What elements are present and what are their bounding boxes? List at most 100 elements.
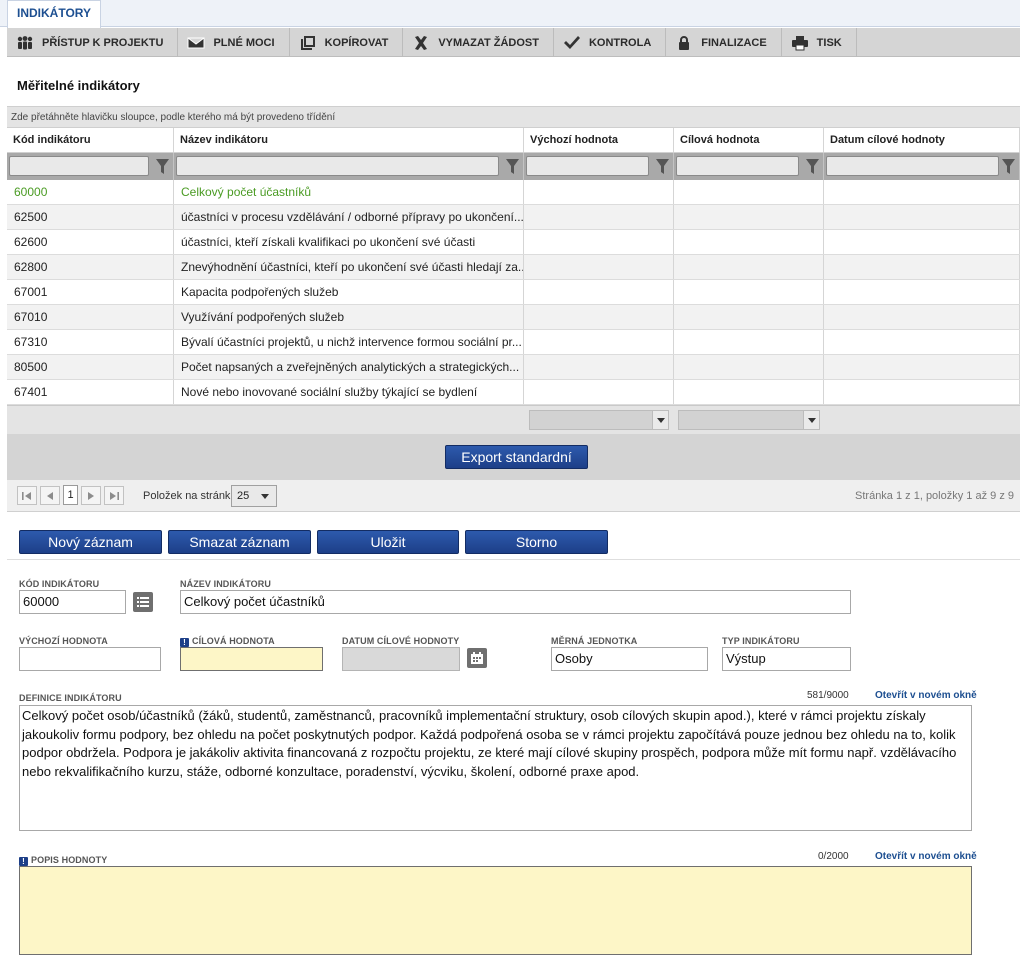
column-header-cilova[interactable]: Cílová hodnota bbox=[674, 128, 824, 152]
filter-input-vychozi[interactable] bbox=[526, 156, 649, 176]
cell-cilova bbox=[674, 280, 824, 304]
ulozit-button[interactable]: Uložit bbox=[317, 530, 459, 554]
toolbar-label: PŘÍSTUP K PROJEKTU bbox=[42, 36, 164, 49]
datum-cilove-hodnoty-field[interactable] bbox=[342, 647, 460, 671]
first-page-icon bbox=[22, 492, 31, 500]
tab-indikatory[interactable]: INDIKÁTORY bbox=[7, 0, 102, 28]
prev-page-button[interactable] bbox=[40, 486, 60, 505]
cilova-hodnota-field[interactable] bbox=[180, 647, 323, 671]
column-header-datum[interactable]: Datum cílové hodnoty bbox=[824, 128, 1020, 152]
finalizace-button[interactable]: FINALIZACE bbox=[666, 28, 782, 57]
cell-cilova bbox=[674, 205, 824, 229]
column-header-vychozi[interactable]: Výchozí hodnota bbox=[524, 128, 674, 152]
popis-open-new-window-link[interactable]: Otevřít v novém okně bbox=[875, 851, 977, 862]
summary-row bbox=[7, 405, 1020, 434]
vymazat-zadost-button[interactable]: VYMAZAT ŽÁDOST bbox=[403, 28, 554, 57]
merna-jednotka-field[interactable]: Osoby bbox=[551, 647, 708, 671]
pristup-k-projektu-button[interactable]: PŘÍSTUP K PROJEKTU bbox=[7, 28, 179, 57]
page-size-label: Položek na stránku bbox=[143, 490, 237, 502]
toolbar-label: FINALIZACE bbox=[701, 36, 767, 49]
kod-indikatoru-field[interactable]: 60000 bbox=[19, 590, 126, 614]
export-standardni-button[interactable]: Export standardní bbox=[445, 445, 588, 469]
cell-datum bbox=[824, 280, 1020, 304]
last-page-button[interactable] bbox=[104, 486, 124, 505]
indicators-grid: Zde přetáhněte hlavičku sloupce, podle k… bbox=[7, 106, 1020, 512]
filter-icon[interactable] bbox=[506, 159, 519, 174]
filter-icon[interactable] bbox=[1002, 159, 1015, 174]
kopirovat-button[interactable]: KOPÍROVAT bbox=[290, 28, 404, 57]
list-picker-button[interactable] bbox=[133, 592, 153, 612]
pager-info: Stránka 1 z 1, položky 1 až 9 z 9 bbox=[855, 490, 1014, 502]
table-row[interactable]: 67310 Bývalí účastníci projektů, u nichž… bbox=[7, 330, 1020, 355]
novy-zaznam-button[interactable]: Nový záznam bbox=[19, 530, 162, 554]
nazev-indikatoru-field[interactable]: Celkový počet účastníků bbox=[180, 590, 851, 614]
table-row[interactable]: 67010 Využívání podpořených služeb bbox=[7, 305, 1020, 330]
cell-datum bbox=[824, 205, 1020, 229]
summary-select-vychozi[interactable] bbox=[529, 410, 669, 430]
first-page-button[interactable] bbox=[17, 486, 37, 505]
next-page-button[interactable] bbox=[81, 486, 101, 505]
cell-vychozi bbox=[524, 180, 674, 204]
typ-indikatoru-label: TYP INDIKÁTORU bbox=[722, 636, 800, 646]
table-row[interactable]: 62800 Znevýhodnění účastníci, kteří po u… bbox=[7, 255, 1020, 280]
cell-vychozi bbox=[524, 255, 674, 279]
required-icon: ! bbox=[180, 638, 189, 647]
table-row[interactable]: 67001 Kapacita podpořených služeb bbox=[7, 280, 1020, 305]
table-row[interactable]: 62600 účastníci, kteří získali kvalifika… bbox=[7, 230, 1020, 255]
storno-button[interactable]: Storno bbox=[465, 530, 608, 554]
cell-datum bbox=[824, 355, 1020, 379]
cell-nazev: Kapacita podpořených služeb bbox=[174, 280, 524, 304]
table-row[interactable]: 80500 Počet napsaných a zveřejněných ana… bbox=[7, 355, 1020, 380]
table-row[interactable]: 62500 účastníci v procesu vzdělávání / o… bbox=[7, 205, 1020, 230]
cell-vychozi bbox=[524, 380, 674, 404]
toolbar-label: VYMAZAT ŽÁDOST bbox=[438, 36, 539, 49]
cell-vychozi bbox=[524, 280, 674, 304]
cell-datum bbox=[824, 230, 1020, 254]
kod-indikatoru-label: KÓD INDIKÁTORU bbox=[19, 579, 100, 589]
cell-cilova bbox=[674, 305, 824, 329]
filter-row bbox=[7, 153, 1020, 180]
definice-indikatoru-textarea[interactable]: Celkový počet osob/účastníků (žáků, stud… bbox=[19, 705, 972, 831]
filter-icon[interactable] bbox=[656, 159, 669, 174]
filter-input-kod[interactable] bbox=[9, 156, 149, 176]
cell-kod: 67001 bbox=[7, 280, 174, 304]
filter-icon[interactable] bbox=[156, 159, 169, 174]
filter-input-datum[interactable] bbox=[826, 156, 999, 176]
cell-kod: 67401 bbox=[7, 380, 174, 404]
vychozi-hodnota-field[interactable] bbox=[19, 647, 161, 671]
plne-moci-button[interactable]: PLNÉ MOCI bbox=[178, 28, 290, 57]
summary-select-cilova[interactable] bbox=[678, 410, 820, 430]
section-title: Měřitelné indikátory bbox=[17, 78, 140, 93]
table-row[interactable]: 67401 Nové nebo inovované sociální služb… bbox=[7, 380, 1020, 405]
cilova-hodnota-label-text: CÍLOVÁ HODNOTA bbox=[192, 636, 275, 646]
cell-kod: 67310 bbox=[7, 330, 174, 354]
typ-indikatoru-field[interactable]: Výstup bbox=[722, 647, 851, 671]
kontrola-button[interactable]: KONTROLA bbox=[554, 28, 667, 57]
vychozi-hodnota-label: VÝCHOZÍ HODNOTA bbox=[19, 636, 108, 646]
printer-icon bbox=[791, 35, 808, 50]
filter-input-nazev[interactable] bbox=[176, 156, 499, 176]
cell-nazev: účastníci, kteří získali kvalifikaci po … bbox=[174, 230, 524, 254]
cell-datum bbox=[824, 330, 1020, 354]
filter-icon[interactable] bbox=[806, 159, 819, 174]
smazat-zaznam-button[interactable]: Smazat záznam bbox=[168, 530, 311, 554]
cell-vychozi bbox=[524, 230, 674, 254]
cell-kod: 62600 bbox=[7, 230, 174, 254]
filter-input-cilova[interactable] bbox=[676, 156, 799, 176]
column-header-kod[interactable]: Kód indikátoru bbox=[7, 128, 174, 152]
page-size-select[interactable]: 25 bbox=[231, 485, 277, 507]
page-number-input[interactable]: 1 bbox=[63, 485, 78, 505]
popis-hodnoty-textarea[interactable] bbox=[19, 866, 972, 955]
group-hint: Zde přetáhněte hlavičku sloupce, podle k… bbox=[7, 106, 1020, 128]
tisk-button[interactable]: TISK bbox=[782, 28, 857, 57]
cell-nazev: účastníci v procesu vzdělávání / odborné… bbox=[174, 205, 524, 229]
calendar-button[interactable] bbox=[467, 648, 487, 668]
column-header-nazev[interactable]: Název indikátoru bbox=[174, 128, 524, 152]
definice-open-new-window-link[interactable]: Otevřít v novém okně bbox=[875, 690, 977, 701]
cell-cilova bbox=[674, 330, 824, 354]
table-row[interactable]: 60000 Celkový počet účastníků bbox=[7, 180, 1020, 205]
cell-kod: 60000 bbox=[7, 180, 174, 204]
cell-datum bbox=[824, 255, 1020, 279]
definice-indikatoru-label: DEFINICE INDIKÁTORU bbox=[19, 693, 122, 703]
divider bbox=[7, 559, 1020, 560]
